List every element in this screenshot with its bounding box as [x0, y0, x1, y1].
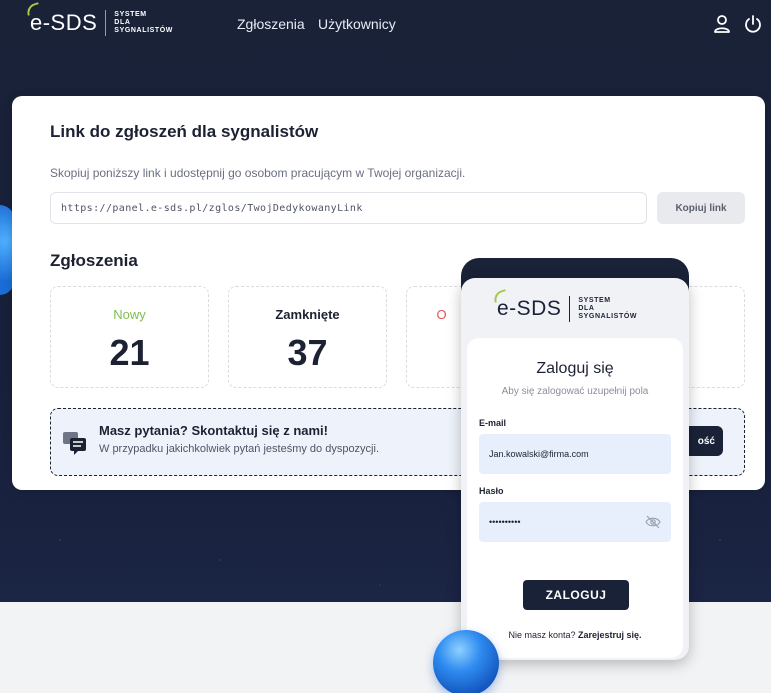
copy-link-button[interactable]: Kopiuj link: [657, 192, 745, 224]
report-link-field[interactable]: https://panel.e-sds.pl/zglos/TwojDedykow…: [50, 192, 647, 224]
power-icon[interactable]: [743, 14, 763, 34]
login-panel: e-SDS SYSTEM DLA SYGNALISTÓW Zaloguj się…: [461, 278, 689, 660]
eye-off-icon[interactable]: [645, 514, 661, 530]
user-icon[interactable]: [712, 14, 732, 34]
email-field[interactable]: Jan.kowalski@firma.com: [479, 434, 671, 474]
logo-wordmark: e-SDS: [24, 2, 98, 36]
logo-text: e-SDS: [497, 297, 562, 320]
tagline-line: SYGNALISTÓW: [114, 27, 174, 34]
login-logo: e-SDS SYSTEM DLA SYGNALISTÓW: [491, 289, 637, 322]
password-label: Hasło: [479, 486, 504, 496]
chat-icon: [63, 432, 86, 455]
logo-separator: [569, 296, 571, 322]
login-submit-button[interactable]: ZALOGUJ: [523, 580, 629, 610]
register-prompt: Nie masz konta? Zarejestruj się.: [467, 630, 683, 640]
tagline-line: SYSTEM: [114, 11, 147, 18]
stat-value: 21: [109, 332, 150, 373]
reports-title: Zgłoszenia: [50, 251, 138, 270]
link-section-title: Link do zgłoszeń dla sygnalistów: [50, 122, 319, 141]
link-section-description: Skopiuj poniższy link i udostępnij go os…: [50, 166, 466, 180]
stat-value: 37: [287, 332, 328, 373]
logo-tagline: SYSTEM DLA SYGNALISTÓW: [578, 297, 637, 321]
logo-separator: [105, 10, 107, 36]
tagline-line: DLA: [578, 305, 595, 312]
contact-title: Masz pytania? Skontaktuj się z nami!: [99, 423, 328, 438]
login-title: Zaloguj się: [536, 360, 614, 377]
brand-logo[interactable]: e-SDS SYSTEM DLA SYGNALISTÓW: [24, 2, 173, 36]
password-value: ••••••••••: [489, 517, 521, 527]
top-navigation: e-SDS SYSTEM DLA SYGNALISTÓW Zgłoszenia …: [0, 0, 771, 48]
stat-card-new[interactable]: Nowy 21: [50, 286, 209, 388]
logo-tagline: SYSTEM DLA SYGNALISTÓW: [114, 11, 173, 35]
password-field[interactable]: ••••••••••: [479, 502, 671, 542]
login-form: Zaloguj się Aby się zalogować uzupełnij …: [467, 338, 683, 658]
logo-wordmark: e-SDS: [491, 289, 562, 321]
decorative-orb: [433, 630, 499, 693]
tagline-line: SYGNALISTÓW: [578, 313, 638, 320]
stat-label: Zamknięte: [275, 307, 340, 322]
stat-label: O: [436, 307, 447, 322]
nav-link-reports[interactable]: Zgłoszenia: [237, 16, 305, 32]
register-link[interactable]: Zarejestruj się.: [578, 630, 642, 640]
login-subtitle: Aby się zalogować uzupełnij pola: [501, 386, 649, 397]
email-label: E-mail: [479, 418, 507, 428]
stat-card-closed[interactable]: Zamknięte 37: [228, 286, 387, 388]
nav-link-users[interactable]: Użytkownicy: [318, 16, 396, 32]
tagline-line: SYSTEM: [578, 297, 611, 304]
logo-text: e-SDS: [30, 10, 98, 35]
tagline-line: DLA: [114, 19, 131, 26]
register-prompt-text: Nie masz konta?: [508, 630, 576, 640]
stat-label: Nowy: [113, 307, 146, 322]
contact-subtitle: W przypadku jakichkolwiek pytań jesteśmy…: [99, 443, 380, 455]
